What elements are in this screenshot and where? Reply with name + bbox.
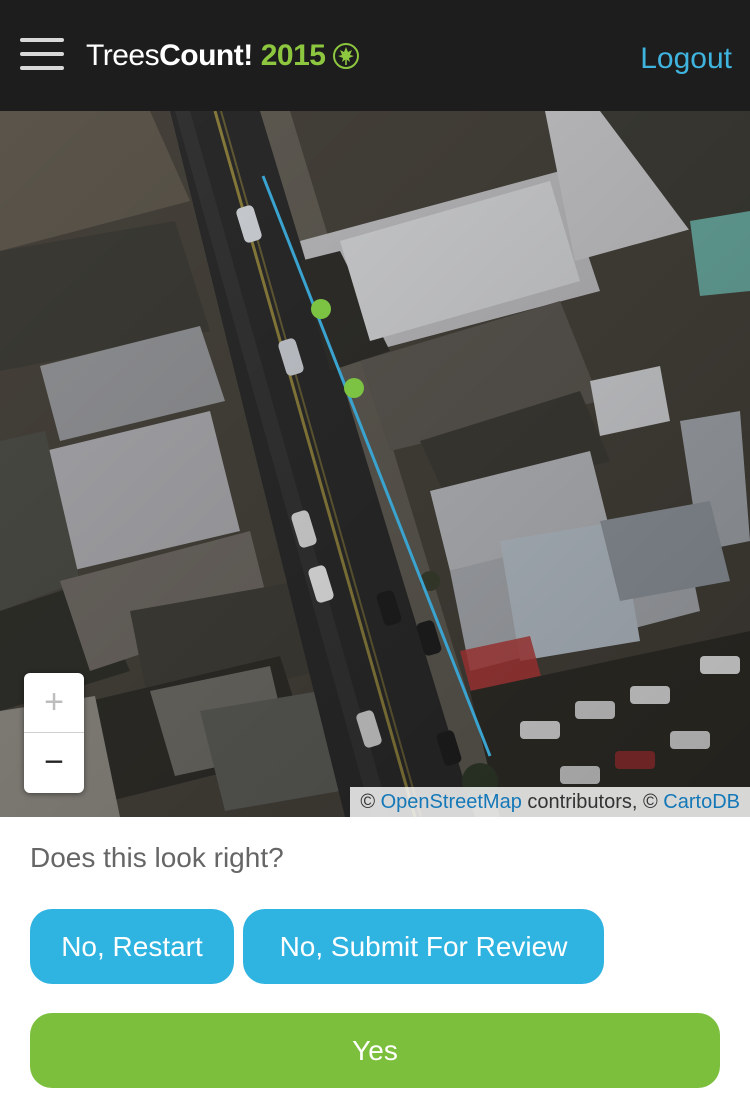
cartodb-link[interactable]: CartoDB <box>663 791 740 813</box>
logo-text-trees: Trees <box>86 39 160 72</box>
aerial-imagery <box>0 111 750 817</box>
confirmation-question: Does this look right? <box>30 842 284 873</box>
logo-text-count: Count! <box>159 39 253 72</box>
attribution-prefix: © <box>360 791 381 813</box>
logo-year: 2015 <box>260 39 326 72</box>
zoom-control: + − <box>24 673 84 793</box>
yes-button[interactable]: Yes <box>30 1013 720 1088</box>
tree-point <box>344 378 364 398</box>
hamburger-menu-icon[interactable] <box>20 38 64 72</box>
zoom-out-button[interactable]: − <box>24 733 84 792</box>
openstreetmap-link[interactable]: OpenStreetMap <box>381 791 522 813</box>
restart-button[interactable]: No, Restart <box>30 909 234 984</box>
logout-link[interactable]: Logout <box>640 42 732 76</box>
leaf-icon <box>333 43 360 69</box>
app-logo[interactable]: Trees Count! 2015 <box>86 36 360 76</box>
attribution-middle: contributors, © <box>521 791 664 813</box>
map-attribution: © OpenStreetMap contributors, © CartoDB <box>350 787 750 817</box>
map-view[interactable]: + − © OpenStreetMap contributors, © Cart… <box>0 111 750 817</box>
app-header: Trees Count! 2015 Logout <box>0 0 750 111</box>
zoom-in-button[interactable]: + <box>24 673 84 733</box>
tree-point <box>311 299 331 319</box>
submit-for-review-button[interactable]: No, Submit For Review <box>243 909 604 984</box>
